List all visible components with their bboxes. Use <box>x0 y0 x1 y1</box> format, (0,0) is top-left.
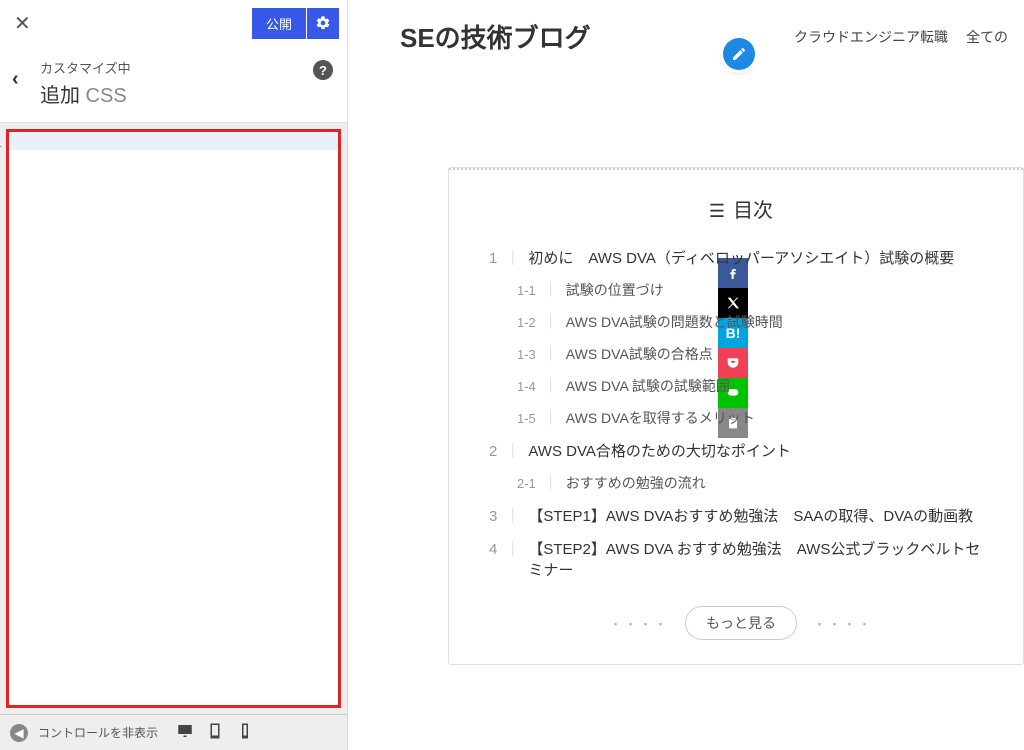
toc-item[interactable]: 2｜AWS DVA合格のための大切なポイント <box>489 434 993 467</box>
toc-heading: ☰目次 <box>489 194 993 223</box>
sidebar-footer: ◀ コントロールを非表示 <box>0 714 347 750</box>
toc-item[interactable]: 2-1｜おすすめの勉強の流れ <box>489 467 993 499</box>
show-more-button[interactable]: もっと見る <box>685 606 797 640</box>
toc-item[interactable]: 1-3｜AWS DVA試験の合格点 <box>489 338 993 370</box>
toc-item[interactable]: 1-2｜AWS DVA試験の問題数と試験時間 <box>489 306 993 338</box>
toc-item[interactable]: 1-1｜試験の位置づけ <box>489 274 993 306</box>
desktop-icon[interactable] <box>176 722 194 743</box>
edit-shortcut-icon[interactable] <box>723 38 755 70</box>
toc-item[interactable]: 4｜【STEP2】AWS DVA おすすめ勉強法 AWS公式ブラックベルトセミナ… <box>489 532 993 586</box>
publish-button[interactable]: 公開 <box>252 8 306 39</box>
primary-nav: クラウドエンジニア転職 全ての <box>794 27 1008 47</box>
tablet-icon[interactable] <box>206 722 224 743</box>
help-icon[interactable]: ? <box>313 60 333 80</box>
dots-icon: ・・・・ <box>813 614 873 633</box>
nav-item[interactable]: クラウドエンジニア転職 <box>794 27 948 47</box>
line-number: 1 <box>0 136 2 150</box>
customizer-sidebar: ✕ 公開 ‹ カスタマイズ中 追加 CSS ? 1 ◀ コントロールを非表示 <box>0 0 348 750</box>
css-editor[interactable]: 1 <box>6 129 341 708</box>
crumb-label: カスタマイズ中 <box>40 58 331 77</box>
chevron-left-icon[interactable]: ‹ <box>12 68 19 91</box>
toc-item[interactable]: 1-5｜AWS DVAを取得するメリット <box>489 402 993 434</box>
preview-pane: SEの技術ブログ クラウドエンジニア転職 全ての B! ☰目次 1｜初めに AW… <box>348 0 1024 750</box>
dots-icon: ・・・・ <box>609 614 669 633</box>
site-title[interactable]: SEの技術ブログ <box>400 18 591 55</box>
mobile-icon[interactable] <box>236 722 254 743</box>
close-icon[interactable]: ✕ <box>14 11 31 36</box>
list-icon: ☰ <box>709 201 725 221</box>
editor-active-line <box>9 132 338 150</box>
footer-label[interactable]: コントロールを非表示 <box>38 724 158 741</box>
section-header: ‹ カスタマイズ中 追加 CSS ? <box>0 46 347 123</box>
toc-item[interactable]: 1｜初めに AWS DVA（ディベロッパーアソシエイト）試験の概要 <box>489 241 993 274</box>
nav-item[interactable]: 全ての <box>966 27 1008 47</box>
sidebar-topbar: ✕ 公開 <box>0 0 347 46</box>
collapse-icon[interactable]: ◀ <box>10 724 28 742</box>
table-of-contents: ☰目次 1｜初めに AWS DVA（ディベロッパーアソシエイト）試験の概要1-1… <box>448 167 1024 665</box>
gear-icon[interactable] <box>307 8 339 39</box>
toc-item[interactable]: 1-4｜AWS DVA 試験の試験範囲 <box>489 370 993 402</box>
preview-header: SEの技術ブログ クラウドエンジニア転職 全ての <box>348 0 1024 67</box>
toc-item[interactable]: 3｜【STEP1】AWS DVAおすすめ勉強法 SAAの取得、DVAの動画教 <box>489 499 993 532</box>
section-title: 追加 CSS <box>40 79 331 108</box>
